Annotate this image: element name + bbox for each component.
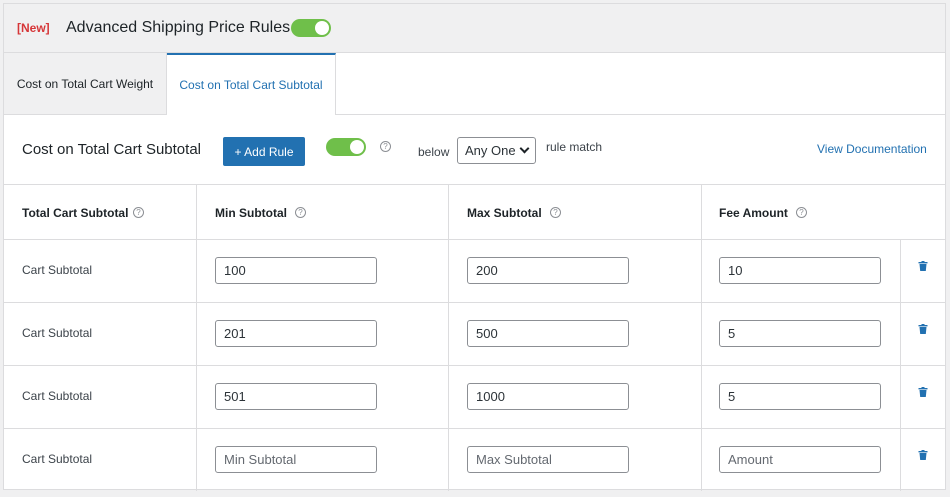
- fee-amount-input[interactable]: [719, 383, 881, 410]
- section-title: Cost on Total Cart Subtotal: [22, 141, 201, 158]
- table-top-border: [4, 184, 945, 185]
- toggle-knob: [350, 140, 364, 154]
- row-divider: [4, 428, 945, 429]
- column-divider: [701, 184, 702, 491]
- max-subtotal-input[interactable]: [467, 446, 629, 473]
- row-divider: [4, 302, 945, 303]
- question-circle-icon[interactable]: ?: [796, 207, 807, 218]
- advanced-rules-toggle[interactable]: [291, 19, 331, 37]
- new-badge: [New]: [17, 21, 50, 35]
- chevron-down-icon: [519, 143, 530, 154]
- max-subtotal-input[interactable]: [467, 383, 629, 410]
- subtotal-rules-toggle[interactable]: [326, 138, 366, 156]
- add-rule-button[interactable]: + Add Rule: [223, 137, 305, 166]
- trash-icon[interactable]: [918, 387, 928, 397]
- trash-icon[interactable]: [918, 450, 928, 460]
- row-label: Cart Subtotal: [22, 326, 93, 340]
- min-subtotal-input[interactable]: [215, 446, 377, 473]
- column-header-fee-amount: Fee Amount: [719, 206, 788, 220]
- fee-amount-input[interactable]: [719, 320, 881, 347]
- shipping-rules-panel: [New] Advanced Shipping Price Rules Cost…: [3, 3, 946, 491]
- trash-icon[interactable]: [918, 261, 928, 271]
- question-circle-icon[interactable]: ?: [295, 207, 306, 218]
- min-subtotal-input[interactable]: [215, 320, 377, 347]
- question-circle-icon[interactable]: ?: [380, 141, 391, 152]
- column-header-total-cart-subtotal: Total Cart Subtotal: [22, 206, 129, 220]
- table-header-border: [4, 239, 945, 240]
- question-circle-icon[interactable]: ?: [550, 207, 561, 218]
- match-select[interactable]: Any One: [457, 137, 536, 164]
- match-select-value: Any One: [465, 143, 516, 158]
- column-divider: [196, 184, 197, 491]
- column-divider: [448, 184, 449, 491]
- row-label: Cart Subtotal: [22, 263, 93, 277]
- row-label: Cart Subtotal: [22, 389, 93, 403]
- rule-match-label: rule match: [546, 140, 603, 154]
- below-label: below: [418, 145, 450, 159]
- min-subtotal-input[interactable]: [215, 383, 377, 410]
- toggle-knob: [315, 21, 329, 35]
- min-subtotal-input[interactable]: [215, 257, 377, 284]
- row-divider: [4, 365, 945, 366]
- max-subtotal-input[interactable]: [467, 320, 629, 347]
- column-header-min-subtotal: Min Subtotal: [215, 206, 287, 220]
- column-header-max-subtotal: Max Subtotal: [467, 206, 542, 220]
- fee-amount-input[interactable]: [719, 257, 881, 284]
- tab-bar-filler: [336, 53, 945, 115]
- trash-icon[interactable]: [918, 324, 928, 334]
- view-documentation-link[interactable]: View Documentation: [817, 142, 927, 156]
- question-circle-icon[interactable]: ?: [133, 207, 144, 218]
- tab-bar: Cost on Total Cart Weight Cost on Total …: [4, 53, 945, 115]
- panel-header: [New] Advanced Shipping Price Rules: [4, 4, 945, 53]
- row-label: Cart Subtotal: [22, 452, 93, 466]
- column-divider: [900, 239, 901, 491]
- fee-amount-input[interactable]: [719, 446, 881, 473]
- max-subtotal-input[interactable]: [467, 257, 629, 284]
- tab-cart-subtotal[interactable]: Cost on Total Cart Subtotal: [167, 53, 336, 115]
- tab-cart-weight[interactable]: Cost on Total Cart Weight: [4, 53, 167, 115]
- header-title: Advanced Shipping Price Rules: [66, 19, 291, 36]
